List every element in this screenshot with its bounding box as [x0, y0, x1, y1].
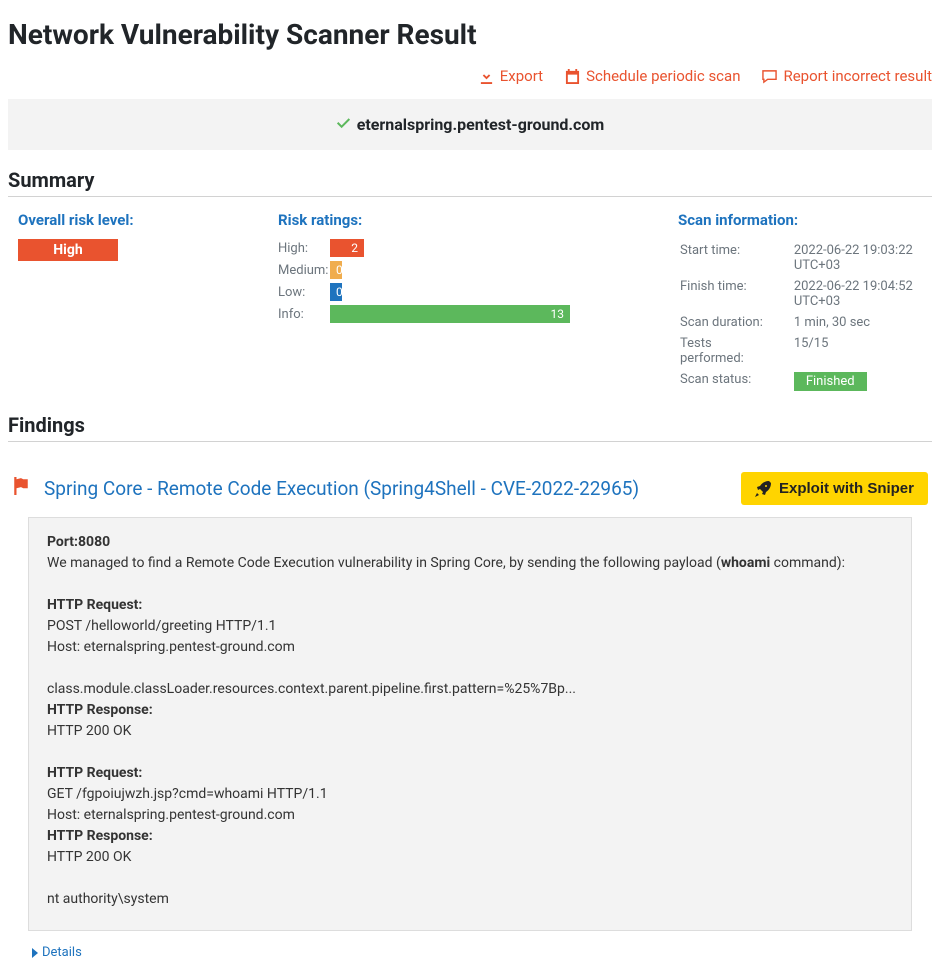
- risk-ratings-label: Risk ratings:: [278, 211, 658, 229]
- scan-info-label: Scan information:: [678, 211, 940, 229]
- calendar-icon: [565, 69, 580, 84]
- scan-start-row: Start time: 2022-06-22 19:03:22 UTC+03: [680, 241, 940, 275]
- req1-line2: Host: eternalspring.pentest-ground.com: [47, 637, 893, 658]
- scan-tests-label: Tests performed:: [680, 334, 792, 368]
- report-label: Report incorrect result: [783, 67, 932, 85]
- finding-body: Port:8080 We managed to find a Remote Co…: [28, 517, 912, 931]
- flag-icon: [12, 477, 30, 500]
- scan-duration-value: 1 min, 30 sec: [794, 313, 940, 332]
- finding-title-link[interactable]: Spring Core - Remote Code Execution (Spr…: [44, 477, 741, 500]
- rating-info-bar: 13: [330, 305, 570, 323]
- desc-cmd: whoami: [721, 555, 770, 571]
- port-value: 8080: [78, 534, 110, 550]
- export-label: Export: [500, 67, 543, 85]
- scan-start-value: 2022-06-22 19:03:22 UTC+03: [794, 241, 940, 275]
- rating-low-bar: 0: [330, 283, 342, 301]
- exploit-button-label: Exploit with Sniper: [779, 480, 914, 497]
- page-title: Network Vulnerability Scanner Result: [8, 18, 932, 51]
- risk-ratings-section: Risk ratings: High: 2 Medium: 0 Low: 0 I…: [278, 211, 658, 395]
- rating-high-label: High:: [278, 241, 330, 256]
- req2-line1: GET /fgpoiujwzh.jsp?cmd=whoami HTTP/1.1: [47, 784, 893, 805]
- details-link[interactable]: Details: [30, 945, 82, 960]
- rating-info-row: Info: 13: [278, 305, 658, 323]
- rating-medium-bar: 0: [330, 261, 342, 279]
- rating-medium-row: Medium: 0: [278, 261, 658, 279]
- resp1: HTTP 200 OK: [47, 721, 893, 742]
- scan-duration-row: Scan duration: 1 min, 30 sec: [680, 313, 940, 332]
- check-icon: [336, 115, 351, 134]
- scan-info-section: Scan information: Start time: 2022-06-22…: [678, 211, 940, 395]
- exploit-button[interactable]: Exploit with Sniper: [741, 472, 928, 505]
- rating-medium-label: Medium:: [278, 263, 330, 278]
- req2-line2: Host: eternalspring.pentest-ground.com: [47, 805, 893, 826]
- req1-line1: POST /helloworld/greeting HTTP/1.1: [47, 616, 893, 637]
- schedule-link[interactable]: Schedule periodic scan: [565, 67, 740, 85]
- overall-risk-label: Overall risk level:: [18, 211, 258, 229]
- desc-post: command):: [770, 555, 845, 571]
- scan-start-label: Start time:: [680, 241, 792, 275]
- details-label: Details: [42, 945, 82, 960]
- overall-risk-badge: High: [18, 239, 118, 261]
- desc-pre: We managed to find a Remote Code Executi…: [47, 555, 721, 571]
- comment-icon: [762, 69, 777, 84]
- rating-info-label: Info:: [278, 307, 330, 322]
- findings-heading: Findings: [8, 413, 932, 442]
- http-response-label-1: HTTP Response:: [47, 700, 893, 721]
- target-host: eternalspring.pentest-ground.com: [357, 115, 605, 134]
- chevron-right-icon: [30, 948, 40, 958]
- overall-risk-section: Overall risk level: High: [18, 211, 258, 395]
- http-response-label-2: HTTP Response:: [47, 826, 893, 847]
- scan-info-table: Start time: 2022-06-22 19:03:22 UTC+03 F…: [678, 239, 940, 395]
- finding-header: Spring Core - Remote Code Execution (Spr…: [8, 472, 932, 505]
- scan-finish-row: Finish time: 2022-06-22 19:04:52 UTC+03: [680, 277, 940, 311]
- target-bar: eternalspring.pentest-ground.com: [8, 99, 932, 150]
- http-request-label-1: HTTP Request:: [47, 595, 893, 616]
- scan-finish-label: Finish time:: [680, 277, 792, 311]
- rating-low-row: Low: 0: [278, 283, 658, 301]
- rocket-icon: [755, 481, 771, 497]
- summary-grid: Overall risk level: High Risk ratings: H…: [8, 211, 932, 395]
- report-link[interactable]: Report incorrect result: [762, 67, 932, 85]
- scan-duration-label: Scan duration:: [680, 313, 792, 332]
- output: nt authority\system: [47, 889, 893, 910]
- req1-body: class.module.classLoader.resources.conte…: [47, 679, 893, 700]
- http-request-label-2: HTTP Request:: [47, 763, 893, 784]
- port-label: Port:: [47, 534, 78, 550]
- schedule-label: Schedule periodic scan: [586, 67, 740, 85]
- download-icon: [479, 69, 494, 84]
- summary-heading: Summary: [8, 168, 932, 197]
- top-actions: Export Schedule periodic scan Report inc…: [8, 67, 932, 85]
- scan-tests-value: 15/15: [794, 334, 940, 368]
- scan-status-badge: Finished: [794, 372, 867, 391]
- scan-status-label: Scan status:: [680, 370, 792, 393]
- rating-high-row: High: 2: [278, 239, 658, 257]
- export-link[interactable]: Export: [479, 67, 543, 85]
- rating-low-label: Low:: [278, 285, 330, 300]
- scan-status-row: Scan status: Finished: [680, 370, 940, 393]
- rating-high-bar: 2: [330, 239, 364, 257]
- scan-finish-value: 2022-06-22 19:04:52 UTC+03: [794, 277, 940, 311]
- scan-tests-row: Tests performed: 15/15: [680, 334, 940, 368]
